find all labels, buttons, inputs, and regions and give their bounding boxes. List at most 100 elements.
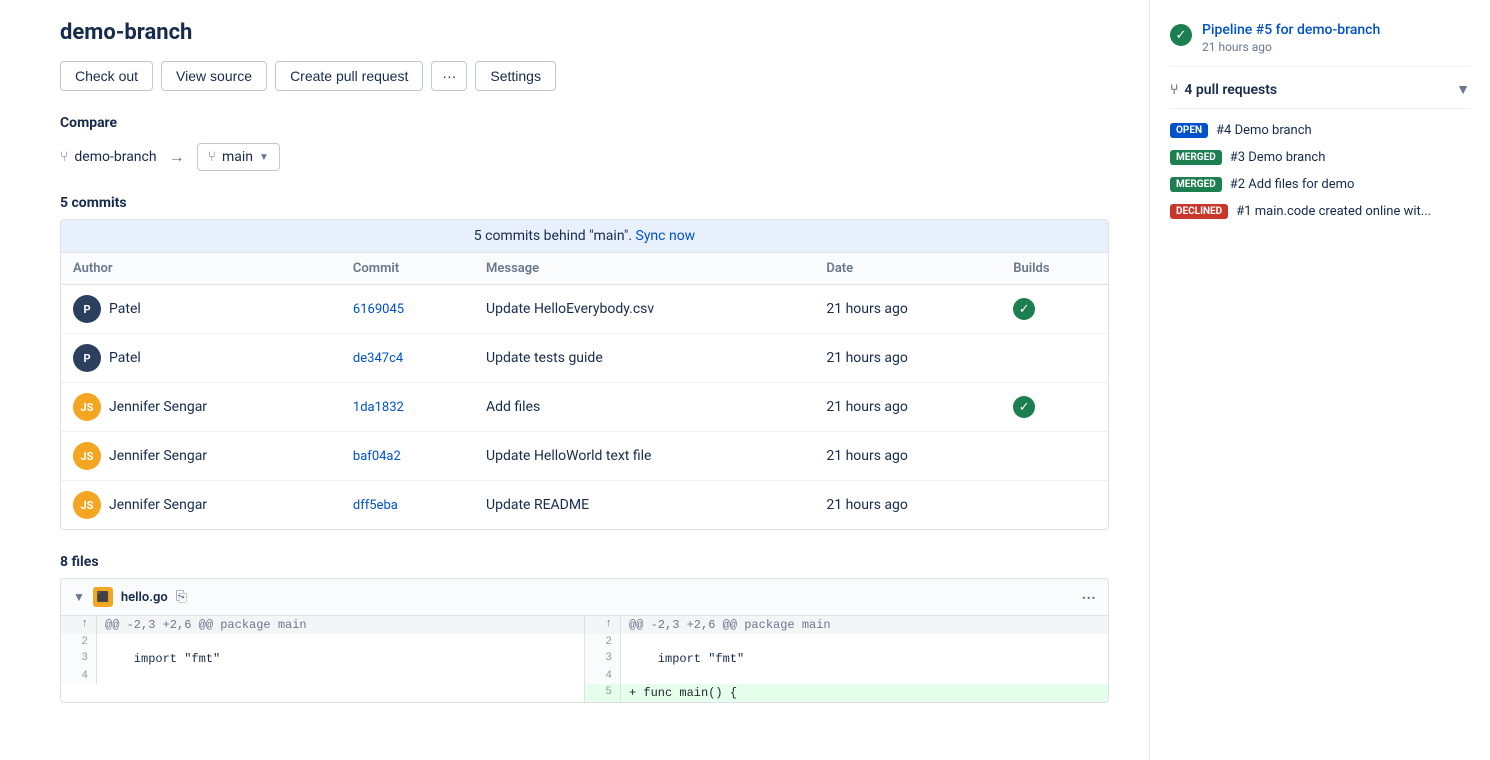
commits-behind-bar: 5 commits behind "main". Sync now bbox=[61, 220, 1108, 253]
commit-cell: 1da1832 bbox=[341, 383, 474, 432]
create-pull-request-button[interactable]: Create pull request bbox=[275, 61, 423, 91]
builds-cell bbox=[1001, 481, 1108, 530]
diff-line-content-4 bbox=[97, 668, 584, 684]
pipeline-success-icon: ✓ bbox=[1170, 24, 1192, 46]
builds-cell bbox=[1001, 334, 1108, 383]
pr-item: MERGED #2 Add files for demo bbox=[1170, 171, 1470, 198]
diff-new-content-2 bbox=[621, 634, 1108, 650]
commits-label: 5 commits bbox=[60, 195, 1109, 211]
pr-badge: OPEN bbox=[1170, 123, 1208, 138]
table-row: JS Jennifer Sengar dff5eba Update README… bbox=[61, 481, 1108, 530]
date-cell: 21 hours ago bbox=[814, 481, 1001, 530]
branch-icon: ⑂ bbox=[60, 149, 68, 165]
pr-item-text: #4 Demo branch bbox=[1216, 123, 1312, 138]
commit-cell: baf04a2 bbox=[341, 432, 474, 481]
date-cell: 21 hours ago bbox=[814, 285, 1001, 334]
author-cell: P Patel bbox=[61, 334, 341, 383]
builds-cell bbox=[1001, 432, 1108, 481]
diff-view: ↑ @@ -2,3 +2,6 @@ package main 2 3 impor… bbox=[61, 616, 1108, 702]
commit-link[interactable]: 1da1832 bbox=[353, 400, 404, 415]
diff-old-line-2: 2 bbox=[61, 634, 584, 650]
to-branch-select[interactable]: ⑂ main ▼ bbox=[197, 143, 280, 171]
author-name: Jennifer Sengar bbox=[109, 497, 207, 513]
avatar: JS bbox=[73, 393, 101, 421]
date-cell: 21 hours ago bbox=[814, 334, 1001, 383]
diff-line-num-4: 4 bbox=[61, 668, 97, 684]
from-branch-name: demo-branch bbox=[74, 149, 156, 165]
diff-new-content-4 bbox=[621, 668, 1108, 684]
commit-link[interactable]: dff5eba bbox=[353, 498, 398, 513]
commits-section: 5 commits 5 commits behind "main". Sync … bbox=[60, 195, 1109, 530]
to-branch-name: main bbox=[222, 149, 253, 165]
pull-requests-title: ⑂ 4 pull requests bbox=[1170, 82, 1277, 98]
commit-link[interactable]: de347c4 bbox=[353, 351, 403, 366]
pull-requests-label: 4 pull requests bbox=[1184, 82, 1277, 98]
diff-new-num-4: 4 bbox=[585, 668, 621, 684]
sync-now-link[interactable]: Sync now bbox=[636, 228, 696, 244]
file-header: ▼ ⬛ hello.go ⎘ ··· bbox=[61, 579, 1108, 616]
date-cell: 21 hours ago bbox=[814, 383, 1001, 432]
author-cell: JS Jennifer Sengar bbox=[61, 432, 341, 481]
files-label: 8 files bbox=[60, 554, 1109, 570]
view-source-button[interactable]: View source bbox=[161, 61, 267, 91]
diff-line-content-2 bbox=[97, 634, 584, 650]
diff-new-content-5: + func main() { bbox=[621, 684, 1108, 702]
pull-request-icon: ⑂ bbox=[1170, 82, 1178, 98]
diff-old-line-3: 3 import "fmt" bbox=[61, 650, 584, 668]
diff-header-content: @@ -2,3 +2,6 @@ package main bbox=[97, 616, 584, 634]
pull-requests-list: OPEN #4 Demo branch MERGED #3 Demo branc… bbox=[1170, 109, 1470, 233]
more-options-button[interactable]: ··· bbox=[431, 61, 467, 91]
action-button-row: Check out View source Create pull reques… bbox=[60, 61, 1109, 91]
sidebar-chevron-icon[interactable]: ▼ bbox=[1456, 81, 1470, 98]
pipeline-item: ✓ Pipeline #5 for demo-branch 21 hours a… bbox=[1170, 10, 1470, 67]
file-header-left: ▼ ⬛ hello.go ⎘ bbox=[73, 587, 187, 607]
pipeline-info: Pipeline #5 for demo-branch 21 hours ago bbox=[1202, 22, 1380, 54]
diff-old: ↑ @@ -2,3 +2,6 @@ package main 2 3 impor… bbox=[61, 616, 584, 702]
file-collapse-icon[interactable]: ▼ bbox=[73, 590, 85, 604]
col-message: Message bbox=[474, 253, 814, 285]
file-name: hello.go bbox=[121, 590, 168, 605]
checkout-button[interactable]: Check out bbox=[60, 61, 153, 91]
author-name: Jennifer Sengar bbox=[109, 448, 207, 464]
diff-new-arrow-num: ↑ bbox=[585, 616, 621, 634]
commit-link[interactable]: 6169045 bbox=[353, 302, 404, 317]
col-builds: Builds bbox=[1001, 253, 1108, 285]
compare-row: ⑂ demo-branch → ⑂ main ▼ bbox=[60, 143, 1109, 171]
page-title: demo-branch bbox=[60, 20, 1109, 45]
col-commit: Commit bbox=[341, 253, 474, 285]
commits-table-wrapper: 5 commits behind "main". Sync now Author… bbox=[60, 219, 1109, 530]
pipeline-link[interactable]: Pipeline #5 for demo-branch bbox=[1202, 22, 1380, 38]
commits-table: Author Commit Message Date Builds P Pate… bbox=[61, 253, 1108, 529]
table-row: JS Jennifer Sengar 1da1832 Add files 21 … bbox=[61, 383, 1108, 432]
diff-line-content-3: import "fmt" bbox=[97, 650, 584, 668]
avatar: P bbox=[73, 295, 101, 323]
table-row: P Patel 6169045 Update HelloEverybody.cs… bbox=[61, 285, 1108, 334]
diff-new-header-content: @@ -2,3 +2,6 @@ package main bbox=[621, 616, 1108, 634]
pr-badge: MERGED bbox=[1170, 177, 1222, 192]
diff-line-num-2: 2 bbox=[61, 634, 97, 650]
diff-header-line: ↑ @@ -2,3 +2,6 @@ package main bbox=[61, 616, 584, 634]
author-name: Patel bbox=[109, 350, 141, 366]
diff-line-num-3: 3 bbox=[61, 650, 97, 668]
author-name: Patel bbox=[109, 301, 141, 317]
commit-cell: dff5eba bbox=[341, 481, 474, 530]
settings-button[interactable]: Settings bbox=[475, 61, 556, 91]
table-row: P Patel de347c4 Update tests guide 21 ho… bbox=[61, 334, 1108, 383]
col-date: Date bbox=[814, 253, 1001, 285]
message-cell: Add files bbox=[474, 383, 814, 432]
commit-cell: 6169045 bbox=[341, 285, 474, 334]
avatar: JS bbox=[73, 491, 101, 519]
message-cell: Update HelloEverybody.csv bbox=[474, 285, 814, 334]
message-cell: Update HelloWorld text file bbox=[474, 432, 814, 481]
pr-item-text: #3 Demo branch bbox=[1230, 150, 1326, 165]
compare-arrow: → bbox=[169, 147, 185, 167]
commit-cell: de347c4 bbox=[341, 334, 474, 383]
copy-icon[interactable]: ⎘ bbox=[176, 589, 187, 605]
compare-section: Compare ⑂ demo-branch → ⑂ main ▼ bbox=[60, 115, 1109, 171]
file-more-options[interactable]: ··· bbox=[1082, 588, 1096, 607]
commit-link[interactable]: baf04a2 bbox=[353, 449, 401, 464]
pr-badge: DECLINED bbox=[1170, 204, 1228, 219]
diff-new-line-5: 5 + func main() { bbox=[585, 684, 1108, 702]
diff-new-num-3: 3 bbox=[585, 650, 621, 668]
builds-cell: ✓ bbox=[1001, 285, 1108, 334]
